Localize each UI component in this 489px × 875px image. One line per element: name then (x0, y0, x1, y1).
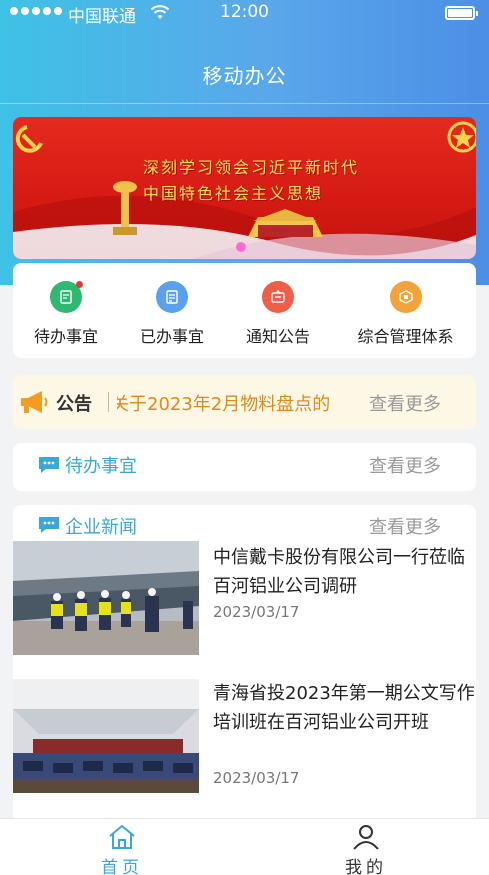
system-icon (389, 281, 422, 313)
menu-label-system: 综合管理体系 (357, 327, 454, 346)
notice-label: 公告 (56, 394, 92, 415)
notice-divider (108, 392, 109, 412)
news-item[interactable]: 中信戴卡股份有限公司一行莅临百河铝业公司调研 2023/03/17 (13, 541, 476, 661)
news-title: 企业新闻 (65, 517, 137, 538)
tab-home[interactable]: 首页 (82, 823, 162, 875)
notice-more-link[interactable]: 查看更多 (369, 390, 441, 416)
news-thumbnail (13, 679, 199, 793)
news-headline: 青海省投2023年第一期公文写作培训班在百河铝业公司开班 (213, 683, 475, 733)
menu-label-done: 已办事宜 (139, 327, 204, 346)
banner-line-2: 中国特色社会主义思想 (143, 184, 324, 203)
news-item[interactable]: 青海省投2023年第一期公文写作培训班在百河铝业公司开班 2023/03/17 (13, 679, 476, 799)
tab-mine[interactable]: 我的 (326, 823, 406, 875)
user-icon (353, 825, 379, 850)
notice-text: 关于2023年2月物料盘点的 (117, 394, 331, 415)
megaphone-icon (21, 391, 48, 413)
news-headline: 中信戴卡股份有限公司一行莅临百河铝业公司调研 (213, 547, 465, 597)
status-bar: 中国联通 12:00 (0, 0, 489, 28)
banner[interactable]: 深刻学习领会习近平新时代 中国特色社会主义思想 (13, 117, 476, 259)
done-doc-icon (156, 281, 188, 313)
news-thumbnail (13, 541, 199, 655)
notice-marquee[interactable]: 关于2023年2月物料盘点的 (117, 390, 355, 416)
menu-label-todo: 待办事宜 (33, 327, 98, 346)
menu-item-notice[interactable]: 通知公告 (233, 281, 323, 347)
todo-more-link[interactable]: 查看更多 (369, 452, 441, 478)
tab-home-label: 首页 (101, 858, 143, 875)
menu-item-done[interactable]: 已办事宜 (127, 281, 217, 347)
notice-icon (262, 281, 294, 313)
badge-dot (76, 281, 83, 288)
todo-title: 待办事宜 (65, 456, 137, 477)
todo-section: 待办事宜 查看更多 (13, 443, 476, 491)
chat-icon (39, 457, 59, 473)
news-section: 企业新闻 查看更多 中信戴卡股份有限公司一行莅临百河铝业公司调研 2023/03… (13, 505, 476, 835)
clock: 12:00 (220, 2, 269, 22)
menu-label-notice: 通知公告 (245, 327, 310, 346)
tab-bar: 首页 我的 (0, 818, 489, 875)
edit-doc-icon (50, 281, 83, 313)
home-icon (109, 824, 135, 849)
header-divider (0, 103, 489, 104)
news-date: 2023/03/17 (213, 603, 300, 621)
page-title: 移动办公 (202, 64, 287, 88)
banner-line-1: 深刻学习领会习近平新时代 (143, 158, 360, 177)
notice-bar[interactable]: 公告 关于2023年2月物料盘点的 查看更多 (13, 375, 476, 429)
news-more-link[interactable]: 查看更多 (369, 513, 441, 539)
menu-item-todo[interactable]: 待办事宜 (21, 281, 111, 347)
chat-icon (39, 517, 59, 533)
menu-item-system[interactable]: 综合管理体系 (343, 281, 468, 347)
quick-menu: 待办事宜 已办事宜 通知公告 综合管理体系 (13, 263, 476, 358)
banner-slogan: 深刻学习领会习近平新时代 中国特色社会主义思想 (143, 155, 359, 207)
news-date: 2023/03/17 (213, 769, 300, 787)
battery-icon (445, 6, 478, 20)
tab-mine-label: 我的 (345, 858, 387, 875)
